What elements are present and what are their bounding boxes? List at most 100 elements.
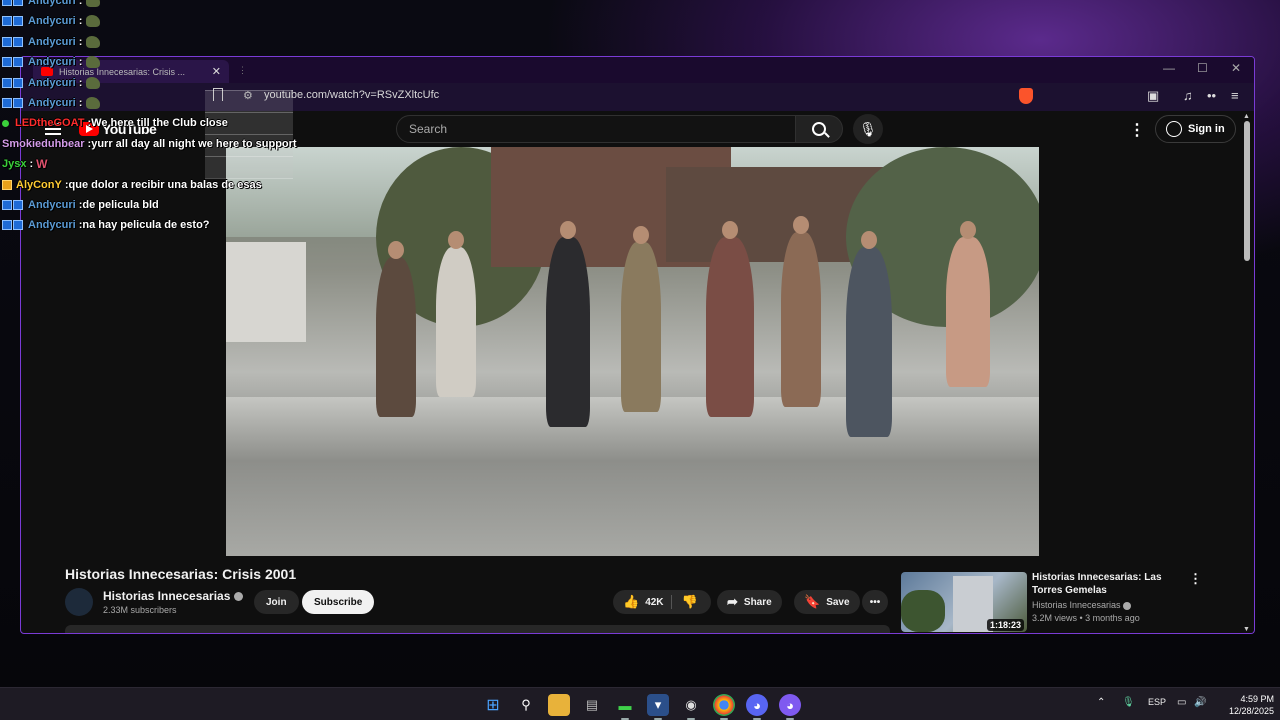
chrome-icon[interactable] xyxy=(713,694,735,720)
more-actions-button[interactable]: ••• xyxy=(862,590,888,614)
scrollbar-thumb[interactable] xyxy=(1244,121,1250,261)
window-close-icon[interactable]: ✕ xyxy=(1231,61,1241,75)
chat-username[interactable]: Andycuri xyxy=(28,15,76,27)
prime-badge-icon xyxy=(2,57,24,68)
language-indicator[interactable]: ESP xyxy=(1148,697,1166,707)
like-icon[interactable]: 👍 xyxy=(623,594,639,610)
chat-username[interactable]: Andycuri xyxy=(28,56,76,68)
share-button[interactable]: ➦ Share xyxy=(717,590,782,614)
scroll-up-icon[interactable]: ▲ xyxy=(1243,113,1250,120)
menu-icon[interactable]: ≡ xyxy=(1231,88,1239,103)
thumbnail-tree xyxy=(901,590,945,632)
windows-taskbar: ⊞ ⚲ ▤ ▬ ▾ ◉ ◕ ◕ ⌃ 🎙 ESP ▭ 🔊 4:59 PM 12/2… xyxy=(0,687,1280,720)
sign-in-button[interactable]: Sign in xyxy=(1155,115,1236,143)
chat-username[interactable]: Andycuri xyxy=(28,77,76,89)
chat-separator: : xyxy=(78,76,83,89)
chat-username[interactable]: Andycuri xyxy=(28,97,76,109)
chat-message: Andycuri: xyxy=(2,52,101,72)
microphone-tray-icon[interactable]: 🎙 xyxy=(1122,697,1135,708)
channel-name[interactable]: Historias Innecesarias xyxy=(103,589,244,603)
video-frame-person xyxy=(781,216,821,407)
emote-icon xyxy=(86,76,101,89)
search-button[interactable] xyxy=(795,115,843,143)
system-clock[interactable]: 4:59 PM 12/28/2025 xyxy=(1214,693,1274,717)
network-icon[interactable]: ▭ xyxy=(1177,697,1186,708)
obs-icon[interactable]: ◉ xyxy=(680,694,702,720)
page-scrollbar[interactable]: ▲ ▼ xyxy=(1241,111,1253,633)
more-icon: ••• xyxy=(869,596,881,608)
verified-icon xyxy=(1123,601,1132,610)
account-icon xyxy=(1166,121,1182,137)
chat-text: de pelicula bld xyxy=(82,199,159,211)
terminal-icon[interactable]: ▬ xyxy=(614,694,636,720)
discord-ptb-icon[interactable]: ◕ xyxy=(779,694,801,720)
suggested-options-icon[interactable]: ⋮ xyxy=(1189,571,1202,587)
prime-badge-icon xyxy=(2,220,24,231)
voice-search-button[interactable]: 🎙 xyxy=(853,114,883,144)
video-frame-wall xyxy=(226,242,306,342)
settings-kebab-icon[interactable]: ⋮ xyxy=(1129,120,1145,140)
extensions-icon[interactable]: •• xyxy=(1207,88,1216,103)
chat-username[interactable]: Andycuri xyxy=(28,219,76,231)
show-hidden-icons-icon[interactable]: ⌃ xyxy=(1097,697,1105,708)
sub-badge-icon xyxy=(2,179,12,190)
join-button[interactable]: Join xyxy=(254,590,299,614)
scroll-down-icon[interactable]: ▼ xyxy=(1243,626,1250,633)
like-divider xyxy=(671,595,672,609)
maximize-icon[interactable]: ☐ xyxy=(1197,61,1208,75)
suggested-video-meta: 3.2M views • 3 months ago xyxy=(1032,613,1140,623)
start-icon[interactable]: ⊞ xyxy=(482,694,504,716)
subscriber-count: 2.33M subscribers xyxy=(103,605,177,615)
chat-username[interactable]: AlyConY xyxy=(16,179,62,191)
file-explorer-icon[interactable] xyxy=(548,694,570,716)
store-icon[interactable]: ▤ xyxy=(581,694,603,716)
emote-icon xyxy=(86,35,101,48)
video-frame-person xyxy=(436,231,476,397)
brave-shield-icon[interactable] xyxy=(1019,88,1033,104)
chat-username[interactable]: Jysx xyxy=(2,158,26,170)
chat-username[interactable]: Andycuri xyxy=(28,199,76,211)
microphone-icon: 🎙 xyxy=(859,120,877,137)
chat-username[interactable]: Andycuri xyxy=(28,0,76,7)
close-tab-icon[interactable]: ✕ xyxy=(212,65,221,78)
minimize-icon[interactable]: — xyxy=(1163,61,1175,75)
suggested-video-channel[interactable]: Historias Innecesarias xyxy=(1032,600,1132,610)
volume-icon[interactable]: 🔊 xyxy=(1194,697,1206,708)
subscribe-button[interactable]: Subscribe xyxy=(302,590,375,614)
status-badge-icon xyxy=(2,119,9,127)
w-emote-icon: W xyxy=(36,157,48,172)
share-icon: ➦ xyxy=(727,594,738,609)
chat-separator: : xyxy=(78,0,83,7)
music-icon[interactable]: ♫ xyxy=(1183,88,1193,103)
video-frame-person xyxy=(706,221,754,417)
pinned-app-icon[interactable]: ▾ xyxy=(647,694,669,720)
chat-separator: : xyxy=(78,35,83,48)
prime-badge-icon xyxy=(2,98,24,108)
video-frame-person xyxy=(946,221,990,387)
chat-username[interactable]: Smokieduhbear xyxy=(2,138,85,150)
verified-icon xyxy=(234,592,244,602)
chat-message: Andycuri: xyxy=(2,32,101,52)
prime-badge-icon xyxy=(2,200,24,210)
tab-bar: Historias Innecesarias: Crisis ... ✕ ⋮ —… xyxy=(21,57,1254,83)
suggested-video-title[interactable]: Historias Innecesarias: Las Torres Gemel… xyxy=(1032,571,1182,597)
video-player[interactable] xyxy=(226,147,1039,556)
search-icon[interactable]: ⚲ xyxy=(515,694,537,716)
chat-message: Smokieduhbear: yurr all day all night we… xyxy=(2,134,297,154)
sidebar-icon[interactable]: ▣ xyxy=(1147,88,1159,104)
chat-text: na hay pelicula de esto? xyxy=(82,219,210,232)
chat-message: Andycuri: xyxy=(2,73,101,93)
description-box[interactable] xyxy=(65,625,890,633)
chat-username[interactable]: LEDtheGOAT xyxy=(15,117,84,129)
chat-username[interactable]: Andycuri xyxy=(28,36,76,48)
channel-avatar[interactable] xyxy=(65,588,93,616)
video-frame-person xyxy=(621,226,661,412)
discord-icon[interactable]: ◕ xyxy=(746,694,768,720)
dislike-icon[interactable]: 👎 xyxy=(682,594,698,610)
chat-message: Andycuri: xyxy=(2,0,101,11)
chat-separator: : xyxy=(78,15,83,28)
prime-badge-icon xyxy=(2,0,24,6)
like-count[interactable]: 42K xyxy=(645,597,663,608)
save-button[interactable]: 🔖 Save xyxy=(794,590,860,614)
search-input[interactable]: Search xyxy=(396,115,796,143)
